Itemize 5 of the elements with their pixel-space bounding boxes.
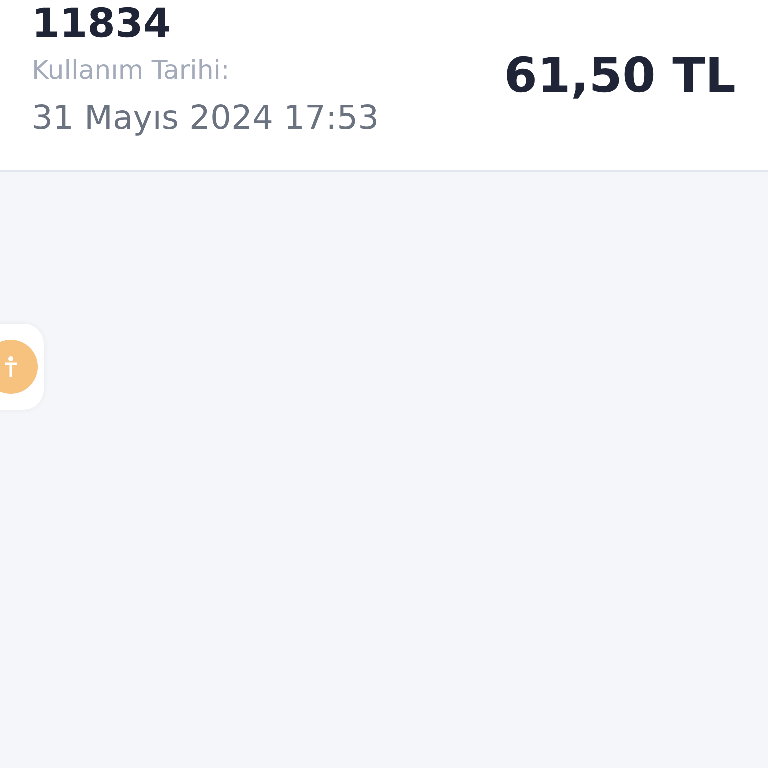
date-label: Kullanım Tarihi: xyxy=(32,56,231,86)
transaction-number: 11834 xyxy=(32,0,172,48)
date-value: 31 Mayıs 2024 17:53 xyxy=(32,98,380,138)
person-icon xyxy=(4,356,18,378)
amount: 61,50 TL xyxy=(504,48,736,106)
